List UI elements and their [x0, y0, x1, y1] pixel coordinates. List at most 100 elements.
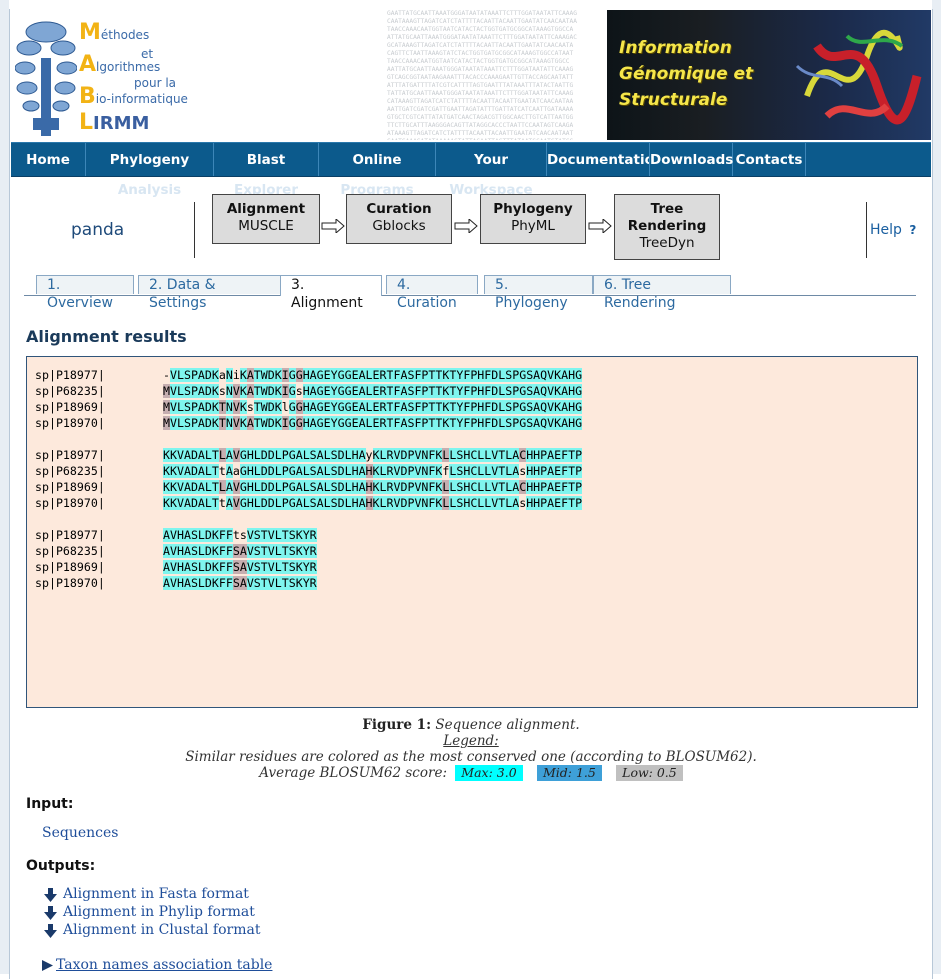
sequence-residues: AVHASLDKFFSAVSTVLTSKYR [163, 544, 317, 558]
step-alignment-title: Alignment [226, 201, 306, 217]
step-tree-rendering-title: Tree Rendering [627, 201, 707, 234]
sequence-name: sp|P18977| [35, 448, 105, 462]
sequence-name: sp|P18970| [35, 576, 105, 590]
alignment-row: sp|P68235| MVLSPADKsNVKATWDKIGsHAGEYGGEAL… [35, 383, 583, 399]
logo-word-1: éthodes [100, 28, 150, 42]
phylip-download-link[interactable]: Alignment in Phylip format [63, 904, 255, 920]
alignment-row: sp|P18977| -VLSPADKaNiKATWDKIGGHAGEYGGEAL… [35, 367, 583, 383]
taxon-table-link[interactable]: Taxon names association table [56, 957, 272, 973]
download-icon [44, 924, 57, 938]
workflow-bar: panda Alignment MUSCLE Curation Gblocks … [11, 194, 931, 274]
sequence-name: sp|P68235| [35, 464, 105, 478]
banner-title-line-1: Information [619, 38, 732, 58]
arrow-right-icon [42, 960, 53, 971]
sequence-name: sp|P18970| [35, 416, 105, 430]
arrow-right-icon [454, 219, 478, 233]
divider [194, 202, 195, 258]
logo-cap-m: M [79, 20, 101, 45]
figure-caption: Figure 1: Sequence alignment. Legend: Si… [10, 717, 932, 781]
sequence-name: sp|P18977| [35, 528, 105, 542]
step-tree-rendering[interactable]: Tree Rendering TreeDyn [614, 194, 720, 260]
project-name: panda [71, 220, 125, 240]
alignment-row: sp|P68235| KKVADALTtAaGHLDDLPGALSALSDLHAH… [35, 463, 583, 479]
arrow-right-icon [321, 219, 345, 233]
nav-your[interactable]: Your [436, 143, 547, 176]
help-label: Help [870, 222, 902, 238]
sequence-name: sp|P18970| [35, 496, 105, 510]
fasta-download-link[interactable]: Alignment in Fasta format [63, 886, 249, 902]
logo-cap-a: A [79, 52, 97, 77]
alignment-row: sp|P18977| KKVADALTLAVGHLDDLPGALSALSDLHAy… [35, 447, 583, 463]
score-label: Average BLOSUM62 score: [259, 765, 447, 781]
nav-online[interactable]: Online [319, 143, 436, 176]
logo-word-3: lgorithmes [96, 60, 161, 74]
alignment-row: sp|P18969| AVHASLDKFFSAVSTVLTSKYR [35, 559, 317, 575]
sequence-name: sp|P18969| [35, 560, 105, 574]
figure-text: Sequence alignment. [435, 717, 580, 733]
outputs-heading: Outputs: [26, 858, 96, 874]
nav-contacts[interactable]: Contacts [733, 143, 806, 176]
sequence-name: sp|P68235| [35, 384, 105, 398]
nav-downloads[interactable]: Downloads [650, 143, 733, 176]
help-icon: ? [909, 223, 917, 237]
nav-documentation[interactable]: Documentatio [547, 143, 650, 176]
sequence-residues: -VLSPADKaNiKATWDKIGGHAGEYGGEALERTFASFPTT… [163, 368, 583, 382]
tab-alignment[interactable]: 3. Alignment [280, 275, 382, 311]
sequence-residues: MVLSPADKTNVKATWDKIGGHAGEYGGEALERTFASFPTT… [163, 416, 583, 430]
step-alignment[interactable]: Alignment MUSCLE [212, 194, 320, 244]
legend-max: Max: 3.0 [455, 765, 523, 781]
main-nav: Home Phylogeny Blast Online Your Documen… [11, 142, 931, 177]
logo-cap-l: L [79, 110, 94, 135]
nav-home[interactable]: Home [11, 143, 86, 176]
logo-word-6: IRMM [93, 113, 150, 134]
page-title: Alignment results [26, 327, 187, 346]
sequence-residues: MVLSPADKsNVKATWDKIGsHAGEYGGEALERTFASFPTT… [163, 384, 583, 398]
logo-word-5: io-informatique [95, 92, 188, 106]
step-phylogeny[interactable]: Phylogeny PhyML [480, 194, 586, 244]
alignment-row: sp|P18977| AVHASLDKFFtsVSTVLTSKYR [35, 527, 317, 543]
sequence-residues: KKVADALTLAVGHLDDLPGALSALSDLHAHKLRVDPVNFK… [163, 480, 583, 494]
alignment-row: sp|P18969| KKVADALTLAVGHLDDLPGALSALSDLHAH… [35, 479, 583, 495]
tab-bar: 1. Overview 2. Data & Settings 3. Alignm… [24, 275, 916, 311]
step-tree-rendering-tool: TreeDyn [639, 235, 695, 251]
tab-overview[interactable]: 1. Overview [36, 275, 134, 311]
legend-mid: Mid: 1.5 [536, 765, 602, 781]
sequence-residues: AVHASLDKFFSAVSTVLTSKYR [163, 576, 317, 590]
sequences-link[interactable]: Sequences [42, 825, 118, 841]
banner-title-line-2: Génomique et [619, 64, 754, 84]
logo-cap-b: B [79, 84, 96, 109]
legend-description: Similar residues are colored as the most… [185, 749, 757, 765]
nav-blast[interactable]: Blast [214, 143, 319, 176]
divider [866, 202, 867, 258]
sequence-residues: AVHASLDKFFSAVSTVLTSKYR [163, 560, 317, 574]
tab-data-settings[interactable]: 2. Data & Settings [138, 275, 281, 311]
tab-curation[interactable]: 4. Curation [386, 275, 478, 311]
sequence-residues: KKVADALTLAVGHLDDLPGALSALSDLHAyKLRVDPVNFK… [163, 448, 583, 462]
tab-tree-rendering[interactable]: 6. Tree Rendering [593, 275, 731, 311]
page: Méthodes et Algorithmes pour la Bio-info… [9, 9, 933, 979]
protein-structure-icon [795, 29, 922, 125]
step-alignment-tool: MUSCLE [238, 218, 294, 234]
input-heading: Input: [26, 796, 74, 812]
nav-phylogeny[interactable]: Phylogeny [86, 143, 214, 176]
arrow-right-icon [588, 219, 612, 233]
step-curation[interactable]: Curation Gblocks [346, 194, 452, 244]
figure-label: Figure 1: [362, 717, 432, 733]
alignment-row: sp|P18969| MVLSPADKTNVKsTWDKlGGHAGEYGGEAL… [35, 399, 583, 415]
logo-tree-icon [15, 21, 77, 136]
sequence-residues: AVHASLDKFFtsVSTVLTSKYR [163, 528, 317, 542]
download-icon [44, 888, 57, 902]
clustal-download-link[interactable]: Alignment in Clustal format [63, 922, 260, 938]
alignment-row: sp|P18970| KKVADALTtAVGHLDDLPGALSALSDLHAH… [35, 495, 583, 511]
banner: Méthodes et Algorithmes pour la Bio-info… [11, 10, 931, 140]
sequence-residues: MVLSPADKTNVKsTWDKlGGHAGEYGGEALERTFASFPTT… [163, 400, 583, 414]
step-curation-tool: Gblocks [372, 218, 426, 234]
sequence-residues: KKVADALTtAVGHLDDLPGALSALSDLHAHKLRVDPVNFK… [163, 496, 583, 510]
tab-phylogeny[interactable]: 5. Phylogeny [484, 275, 593, 311]
help-link[interactable]: Help ? [870, 222, 916, 238]
alignment-row: sp|P18970| MVLSPADKTNVKATWDKIGGHAGEYGGEAL… [35, 415, 583, 431]
sequence-name: sp|P18977| [35, 368, 105, 382]
step-phylogeny-title: Phylogeny [493, 201, 573, 217]
legend-label: Legend: [443, 733, 499, 749]
sequence-background-text: GAATTATGCAATTAAATGGGATAATATAAATTCTTTGGAT… [387, 10, 577, 140]
